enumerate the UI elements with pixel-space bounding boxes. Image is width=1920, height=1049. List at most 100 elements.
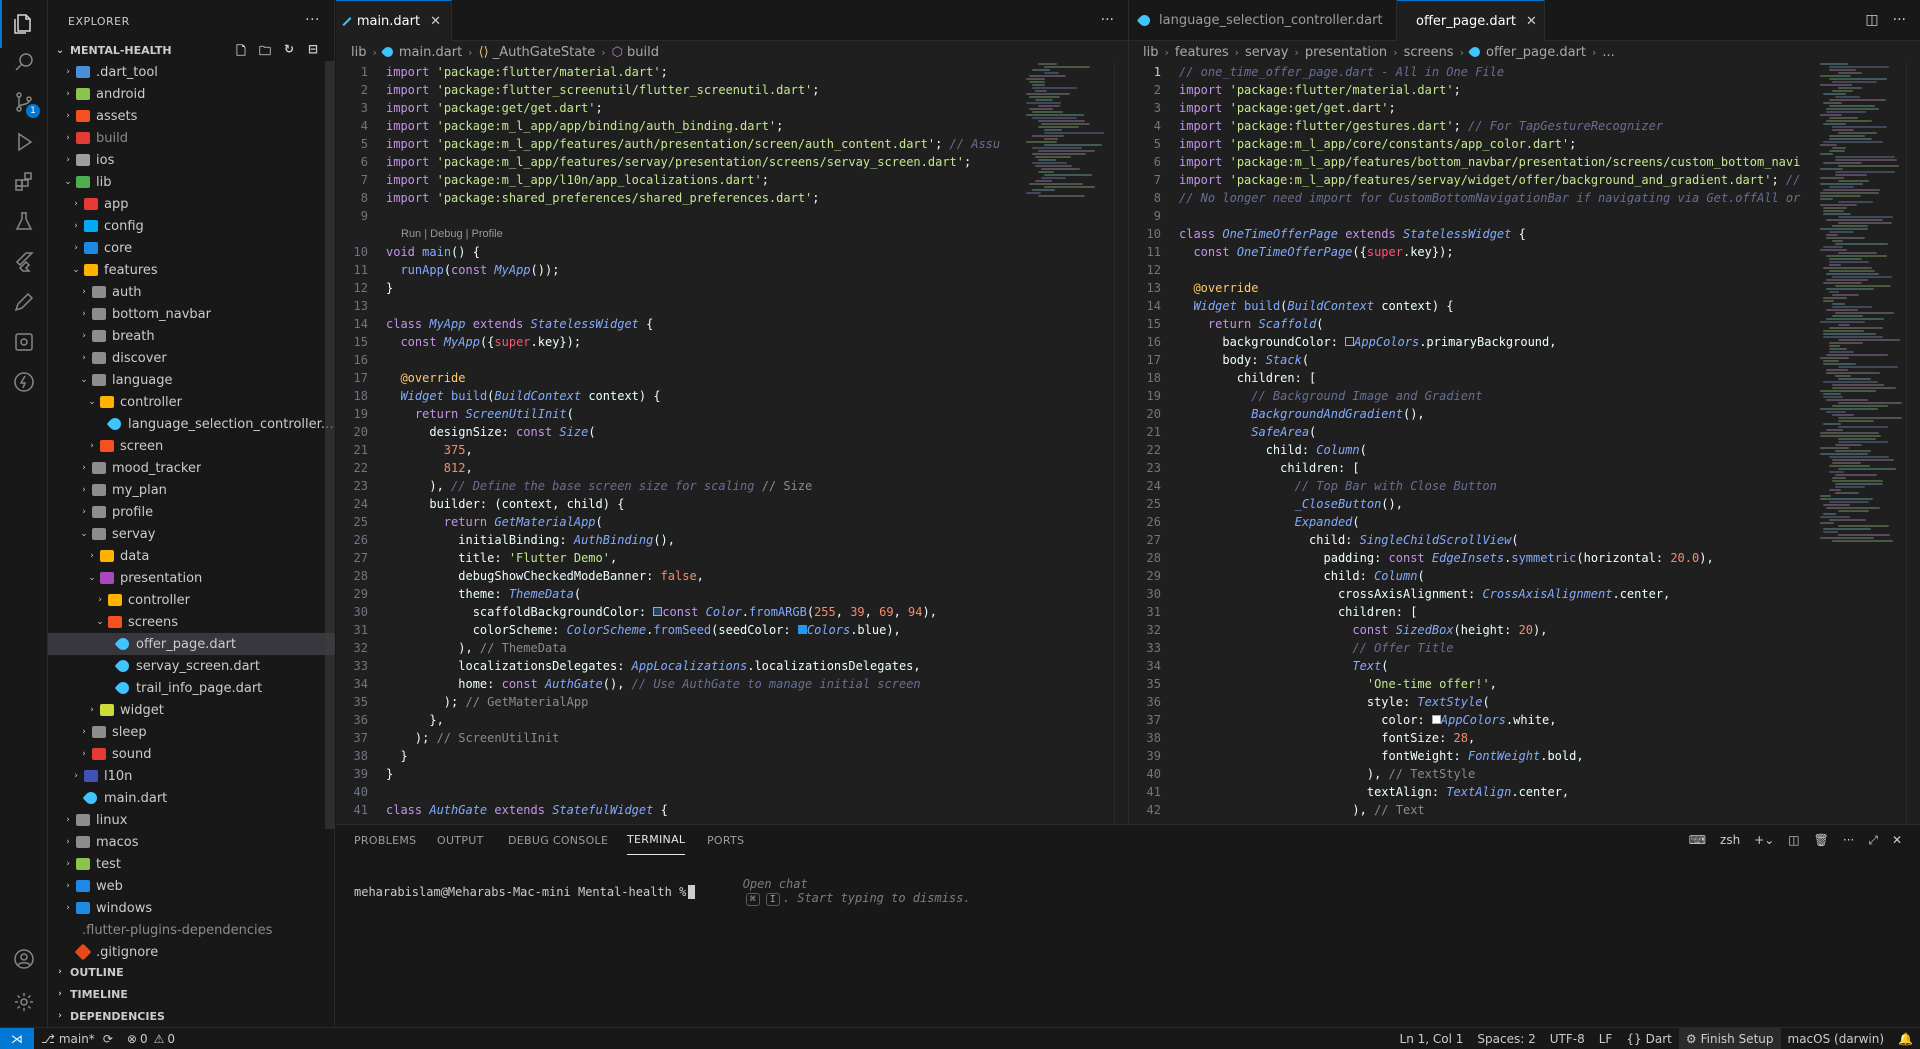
tab-ports[interactable]: PORTS: [707, 825, 744, 855]
tree-item[interactable]: › macos: [48, 831, 335, 853]
breadcrumb-method[interactable]: build: [627, 45, 659, 60]
indentation[interactable]: Spaces: 2: [1470, 1028, 1542, 1049]
tab-main-dart[interactable]: main.dart ✕: [336, 0, 452, 41]
tab-terminal[interactable]: TERMINAL: [627, 825, 686, 855]
tree-item[interactable]: main.dart: [48, 787, 335, 809]
close-icon[interactable]: ✕: [430, 14, 441, 29]
breadcrumb-class[interactable]: _AuthGateState: [493, 45, 596, 60]
new-terminal-icon[interactable]: +⌄: [1754, 833, 1774, 848]
trash-icon[interactable]: 🗑: [1814, 833, 1829, 848]
breadcrumb-file[interactable]: offer_page.dart: [1486, 45, 1586, 60]
tree-item[interactable]: › .dart_tool: [48, 61, 335, 83]
notifications-icon[interactable]: 🔔: [1891, 1028, 1920, 1049]
encoding[interactable]: UTF-8: [1543, 1028, 1592, 1049]
tree-item[interactable]: › my_plan: [48, 479, 335, 501]
breadcrumb-file[interactable]: main.dart: [399, 45, 462, 60]
breadcrumb-screens[interactable]: screens: [1404, 45, 1454, 60]
tab-problems[interactable]: PROBLEMS: [354, 825, 416, 855]
tree-item[interactable]: › sleep: [48, 721, 335, 743]
breadcrumb-lib[interactable]: lib: [1143, 45, 1158, 60]
cursor-position[interactable]: Ln 1, Col 1: [1393, 1028, 1471, 1049]
tree-item[interactable]: › breath: [48, 325, 335, 347]
tab-debug-console[interactable]: DEBUG CONSOLE: [508, 825, 608, 855]
more-actions-icon[interactable]: ···: [1893, 12, 1906, 28]
shell-name[interactable]: zsh: [1720, 833, 1740, 848]
tree-item[interactable]: › mood_tracker: [48, 457, 335, 479]
maximize-panel-icon[interactable]: ⤢: [1868, 833, 1878, 848]
tab-offer-page-dart[interactable]: offer_page.dart ✕: [1397, 0, 1545, 41]
tree-item[interactable]: › widget: [48, 699, 335, 721]
tree-item[interactable]: › test: [48, 853, 335, 875]
tree-item[interactable]: servay_screen.dart: [48, 655, 335, 677]
refresh-icon[interactable]: ↻: [281, 42, 297, 58]
tree-item[interactable]: ⌄ lib: [48, 171, 335, 193]
tree-item[interactable]: › build: [48, 127, 335, 149]
dependencies-section[interactable]: › DEPENDENCIES: [48, 1005, 335, 1027]
problems-indicator[interactable]: ⊗ 0 ⚠ 0: [120, 1028, 182, 1049]
close-icon[interactable]: ✕: [1526, 14, 1537, 29]
workspace-root[interactable]: ⌄ MENTAL-HEALTH 🗋 🗀 ↻ ⊟: [48, 39, 335, 61]
tree-item[interactable]: › android: [48, 83, 335, 105]
more-actions-icon[interactable]: ···: [1101, 12, 1114, 28]
tree-item[interactable]: offer_page.dart: [48, 633, 335, 655]
branch-indicator[interactable]: ⎇ main* ⟳: [34, 1028, 120, 1049]
tree-item[interactable]: › assets: [48, 105, 335, 127]
breadcrumb-presentation[interactable]: presentation: [1305, 45, 1387, 60]
more-actions-icon[interactable]: ···: [1843, 833, 1854, 848]
tree-item[interactable]: › app: [48, 193, 335, 215]
breadcrumb-servay[interactable]: servay: [1245, 45, 1288, 60]
tree-item[interactable]: .gitignore: [48, 941, 335, 963]
tree-item[interactable]: language_selection_controller....: [48, 413, 335, 435]
line-ending[interactable]: LF: [1592, 1028, 1620, 1049]
right-scrollbar[interactable]: [1906, 63, 1920, 824]
tree-item[interactable]: › screen: [48, 435, 335, 457]
tree-item[interactable]: › profile: [48, 501, 335, 523]
tab-output[interactable]: OUTPUT: [437, 825, 484, 855]
new-file-icon[interactable]: 🗋: [233, 42, 249, 58]
settings-gear-icon[interactable]: [0, 978, 48, 1026]
right-code-editor[interactable]: 1 // one_time_offer_page.dart - All in On…: [1129, 63, 1920, 824]
tree-item[interactable]: › l10n: [48, 765, 335, 787]
sync-icon[interactable]: ⟳: [103, 1032, 113, 1046]
language-mode[interactable]: {} Dart: [1619, 1028, 1679, 1049]
tree-item[interactable]: ⌄ language: [48, 369, 335, 391]
more-actions-icon[interactable]: ···: [305, 12, 320, 28]
tree-item[interactable]: trail_info_page.dart: [48, 677, 335, 699]
tree-item[interactable]: › bottom_navbar: [48, 303, 335, 325]
breadcrumb-lib[interactable]: lib: [351, 45, 366, 60]
tree-item[interactable]: › web: [48, 875, 335, 897]
finish-setup[interactable]: ⚙ Finish Setup: [1678, 1028, 1781, 1049]
tree-item[interactable]: › ios: [48, 149, 335, 171]
tree-item[interactable]: › sound: [48, 743, 335, 765]
breadcrumb-more[interactable]: ...: [1602, 45, 1614, 60]
left-minimap[interactable]: [1026, 63, 1106, 198]
lightning-icon[interactable]: [0, 358, 48, 406]
tree-item[interactable]: ⌄ servay: [48, 523, 335, 545]
platform-indicator[interactable]: macOS (darwin): [1781, 1028, 1892, 1049]
tree-item[interactable]: › core: [48, 237, 335, 259]
breadcrumb-features[interactable]: features: [1175, 45, 1229, 60]
outline-section[interactable]: › OUTLINE: [48, 961, 335, 983]
split-terminal-icon[interactable]: ◫: [1788, 833, 1799, 848]
tree-item[interactable]: › controller: [48, 589, 335, 611]
remote-indicator-icon[interactable]: ⋊: [0, 1027, 34, 1049]
tree-item[interactable]: ⌄ screens: [48, 611, 335, 633]
left-scrollbar[interactable]: [1114, 63, 1128, 824]
tree-item[interactable]: › linux: [48, 809, 335, 831]
close-panel-icon[interactable]: ✕: [1892, 833, 1902, 848]
tree-item[interactable]: .flutter-plugins-dependencies: [48, 919, 335, 941]
tree-item[interactable]: › data: [48, 545, 335, 567]
tab-language-selection-controller[interactable]: language_selection_controller.dart: [1129, 0, 1397, 41]
tree-item[interactable]: ⌄ presentation: [48, 567, 335, 589]
tree-item[interactable]: › windows: [48, 897, 335, 919]
timeline-section[interactable]: › TIMELINE: [48, 983, 335, 1005]
sidebar-scrollbar[interactable]: [325, 61, 334, 829]
split-editor-icon[interactable]: ◫: [1865, 12, 1878, 28]
left-code-editor[interactable]: 1 import 'package:flutter/material.dart';…: [336, 63, 1128, 824]
tree-item[interactable]: › config: [48, 215, 335, 237]
terminal-prompt-line[interactable]: meharabislam@Meharabs-Mac-mini Mental-he…: [354, 863, 971, 920]
tree-item[interactable]: › auth: [48, 281, 335, 303]
account-icon[interactable]: [0, 935, 48, 983]
tree-item[interactable]: ⌄ controller: [48, 391, 335, 413]
codelens-run-debug[interactable]: Run | Debug | Profile: [336, 225, 1000, 243]
